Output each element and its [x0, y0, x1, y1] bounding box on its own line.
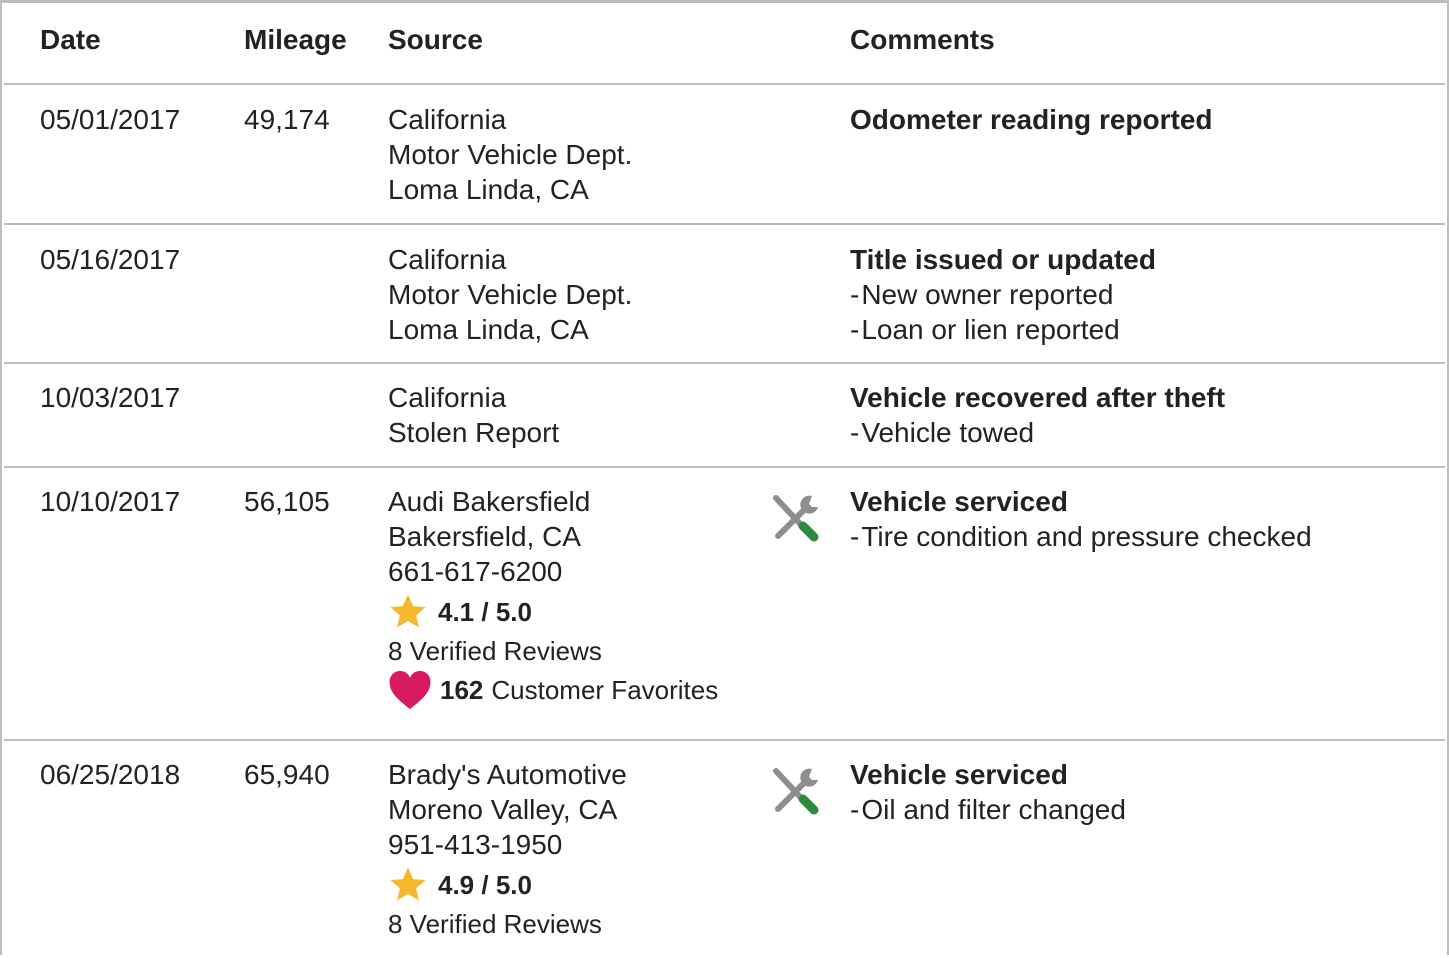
table-row: 10/10/2017 56,105 Audi Bakersfield Baker…	[4, 468, 1445, 741]
row-date: 06/25/2018	[40, 759, 181, 790]
row-source: California Motor Vehicle Dept. Loma Lind…	[388, 102, 632, 207]
source-line: Stolen Report	[388, 417, 560, 448]
wrench-screwdriver-icon	[768, 488, 824, 544]
table-row: 05/01/2017 49,174 California Motor Vehic…	[4, 85, 1445, 225]
row-mileage: 65,940	[244, 759, 330, 790]
rating-value: 4.1 / 5.0	[438, 597, 532, 627]
row-source: Audi Bakersfield Bakersfield, CA 661-617…	[388, 484, 718, 710]
comment-title: Vehicle serviced	[850, 486, 1068, 517]
source-line: California	[388, 382, 507, 413]
source-line: Audi Bakersfield	[388, 486, 591, 517]
shop-rating[interactable]: 4.1 / 5.0	[388, 592, 718, 632]
source-line: Motor Vehicle Dept.	[388, 139, 633, 170]
verified-reviews-link[interactable]: 8 Verified Reviews	[388, 632, 718, 670]
row-comments: Odometer reading reported	[850, 102, 1213, 137]
source-line: Moreno Valley, CA	[388, 794, 618, 825]
table-row: 05/16/2017 California Motor Vehicle Dept…	[4, 225, 1445, 364]
source-line: Loma Linda, CA	[388, 174, 589, 205]
source-line: 661-617-6200	[388, 556, 563, 587]
row-comments: Title issued or updated - New owner repor…	[850, 242, 1156, 347]
star-icon	[390, 594, 426, 628]
customer-favorites: 162 Customer Favorites	[388, 670, 718, 710]
comment-detail: - Oil and filter changed	[850, 794, 1126, 825]
wrench-screwdriver-icon	[768, 761, 824, 817]
row-date: 05/16/2017	[40, 244, 181, 275]
star-icon	[390, 867, 426, 901]
header-date: Date	[40, 24, 101, 55]
row-date: 10/03/2017	[40, 382, 181, 413]
source-line: 951-413-1950	[388, 829, 563, 860]
header-comments: Comments	[850, 24, 995, 55]
comment-title: Vehicle recovered after theft	[850, 382, 1226, 413]
table-row: 10/03/2017 California Stolen Report Vehi…	[4, 364, 1445, 468]
row-date: 05/01/2017	[40, 104, 181, 135]
favorites-count: 162	[440, 675, 484, 705]
source-line: Motor Vehicle Dept.	[388, 279, 633, 310]
verified-reviews-link[interactable]: 8 Verified Reviews	[388, 905, 627, 943]
service-history-table: Date Mileage Source Comments 05/01/2017 …	[0, 0, 1449, 955]
favorites-label: Customer Favorites	[491, 675, 719, 705]
header-source: Source	[388, 24, 483, 55]
heart-icon	[389, 670, 431, 710]
comment-detail: - New owner reported	[850, 279, 1114, 310]
source-line: Brady's Automotive	[388, 759, 627, 790]
header-mileage: Mileage	[244, 24, 347, 55]
row-comments: Vehicle serviced - Oil and filter changed	[850, 757, 1126, 827]
comment-detail: - Tire condition and pressure checked	[850, 521, 1312, 552]
table-row: 06/25/2018 65,940 Brady's Automotive Mor…	[4, 741, 1445, 958]
row-comments: Vehicle recovered after theft - Vehicle t…	[850, 380, 1225, 450]
row-source: Brady's Automotive Moreno Valley, CA 951…	[388, 757, 627, 943]
row-source: California Stolen Report	[388, 380, 559, 450]
comment-title: Odometer reading reported	[850, 104, 1213, 135]
row-comments: Vehicle serviced - Tire condition and pre…	[850, 484, 1312, 554]
source-line: Bakersfield, CA	[388, 521, 581, 552]
row-date: 10/10/2017	[40, 486, 181, 517]
shop-rating[interactable]: 4.9 / 5.0	[388, 865, 627, 905]
source-line: California	[388, 244, 507, 275]
rating-value: 4.9 / 5.0	[438, 870, 532, 900]
source-line: California	[388, 104, 507, 135]
row-mileage: 56,105	[244, 486, 330, 517]
table-header: Date Mileage Source Comments	[4, 3, 1445, 85]
row-mileage: 49,174	[244, 104, 330, 135]
comment-title: Vehicle serviced	[850, 759, 1068, 790]
comment-title: Title issued or updated	[850, 244, 1156, 275]
comment-detail: - Vehicle towed	[850, 417, 1035, 448]
row-source: California Motor Vehicle Dept. Loma Lind…	[388, 242, 632, 347]
source-line: Loma Linda, CA	[388, 314, 589, 345]
comment-detail: - Loan or lien reported	[850, 314, 1120, 345]
